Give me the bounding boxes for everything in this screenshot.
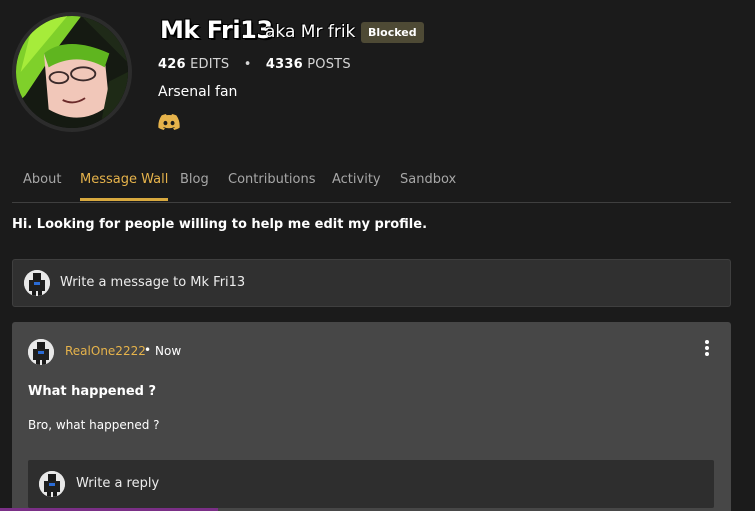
message-post: RealOne2222 • Now What happened ? Bro, w…: [12, 322, 731, 511]
tab-sandbox[interactable]: Sandbox: [400, 172, 456, 199]
posts-label: POSTS: [307, 57, 351, 72]
more-vertical-icon[interactable]: [702, 340, 712, 358]
profile-aka: aka Mr frik: [265, 22, 356, 42]
compose-message-box[interactable]: Write a message to Mk Fri13: [12, 259, 731, 307]
profile-stats: 426 EDITS • 4336 POSTS: [158, 57, 351, 72]
post-timestamp: Now: [155, 344, 182, 358]
current-user-avatar: [24, 270, 50, 296]
discord-icon[interactable]: [158, 114, 180, 130]
profile-avatar-image: [16, 16, 128, 128]
reply-user-avatar: [39, 471, 65, 497]
compose-placeholder: Write a message to Mk Fri13: [60, 275, 246, 290]
profile-username: Mk Fri13: [160, 16, 273, 44]
tab-message-wall[interactable]: Message Wall: [80, 172, 169, 201]
status-badge: Blocked: [361, 22, 424, 43]
reply-input[interactable]: Write a reply: [28, 460, 714, 508]
edits-count: 426: [158, 57, 186, 72]
profile-avatar: [12, 12, 132, 132]
tab-about[interactable]: About: [23, 172, 61, 199]
post-author-avatar[interactable]: [28, 339, 54, 365]
profile-bio: Arsenal fan: [158, 84, 238, 100]
edits-label: EDITS: [190, 57, 230, 72]
post-meta-separator: •: [144, 343, 152, 357]
wall-greeting: Hi. Looking for people willing to help m…: [12, 217, 428, 232]
posts-count: 4336: [265, 57, 303, 72]
post-title: What happened ?: [28, 384, 157, 399]
tab-activity[interactable]: Activity: [332, 172, 381, 199]
post-body: Bro, what happened ?: [28, 418, 160, 432]
post-author-link[interactable]: RealOne2222: [65, 344, 146, 358]
tab-contributions[interactable]: Contributions: [228, 172, 316, 199]
profile-tabs: About Message Wall Blog Contributions Ac…: [12, 168, 731, 203]
tab-blog[interactable]: Blog: [180, 172, 209, 199]
stats-separator: •: [243, 57, 252, 72]
reply-placeholder: Write a reply: [76, 476, 160, 491]
